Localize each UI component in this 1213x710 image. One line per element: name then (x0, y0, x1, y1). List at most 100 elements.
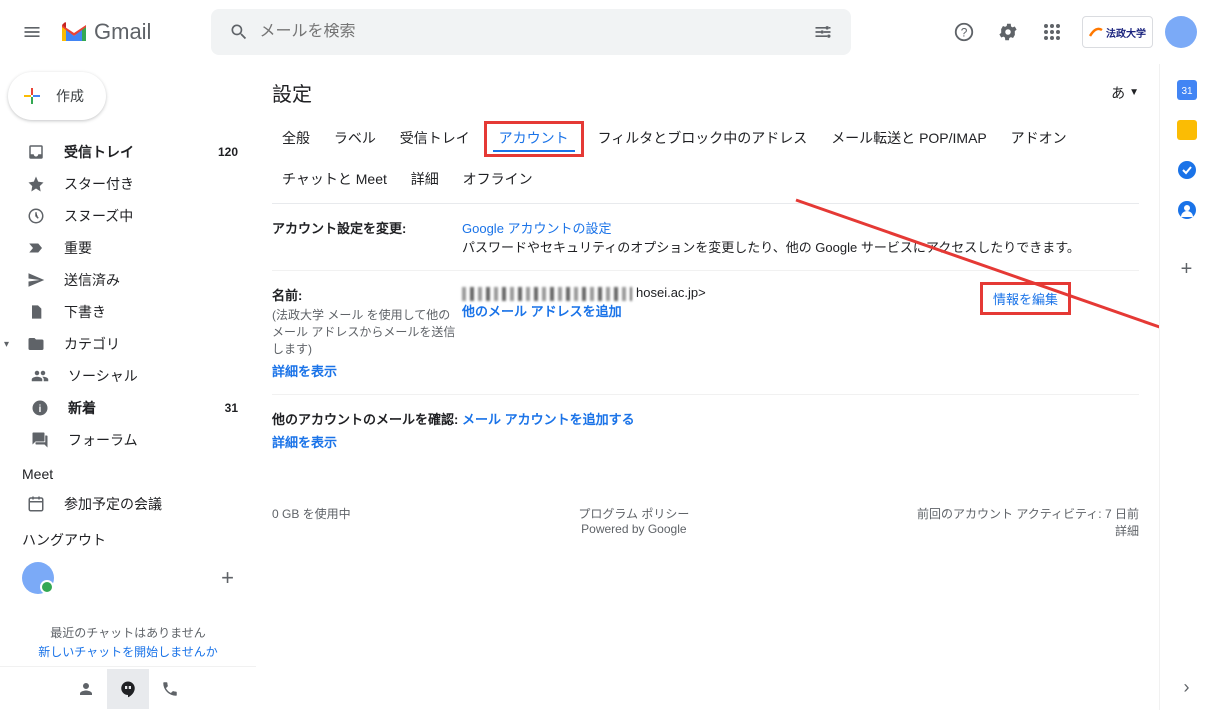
compose-label: 作成 (56, 86, 84, 106)
nav-cat-updates[interactable]: i 新着 31 (0, 392, 256, 424)
header: Gmail ? 法政大学 (0, 0, 1213, 64)
tab-account-highlight: アカウント (484, 121, 584, 157)
category-caret-icon[interactable]: ▾ (4, 339, 16, 350)
page-title: 設定 (272, 78, 312, 107)
calendar-addon[interactable]: 31 (1177, 80, 1197, 100)
apps-button[interactable] (1032, 12, 1072, 52)
tab-labels[interactable]: ラベル (324, 122, 386, 154)
nav-meet-meetings[interactable]: 参加予定の会議 (0, 488, 256, 520)
apps-icon (1043, 23, 1061, 41)
edit-info-link[interactable]: 情報を編集 (980, 282, 1071, 315)
nav-cat-social[interactable]: ソーシャル (0, 360, 256, 392)
detail-link[interactable]: 詳細を表示 (272, 432, 337, 451)
redacted-name (462, 287, 632, 301)
compose-button[interactable]: 作成 (8, 72, 106, 120)
header-right: ? 法政大学 (944, 12, 1205, 52)
tab-forwarding[interactable]: メール転送と POP/IMAP (821, 122, 997, 154)
search-options-button[interactable] (803, 12, 843, 52)
language-dropdown[interactable]: あ▼ (1111, 83, 1139, 103)
tab-general[interactable]: 全般 (272, 122, 320, 154)
help-icon: ? (953, 21, 975, 43)
section-label: アカウント設定を変更: (272, 218, 462, 256)
tab-advanced[interactable]: 詳細 (401, 163, 449, 195)
tab-chat-meet[interactable]: チャットと Meet (272, 163, 397, 195)
forum-icon (30, 431, 50, 449)
tab-filters[interactable]: フィルタとブロック中のアドレス (588, 122, 818, 154)
activity-detail-link[interactable]: 詳細 (1115, 524, 1139, 538)
app-name: Gmail (94, 19, 151, 45)
support-button[interactable]: ? (944, 12, 984, 52)
section-check-other: 他のアカウントのメールを確認: 詳細を表示 メール アカウントを追加する (272, 395, 1139, 465)
add-mail-account-link[interactable]: メール アカウントを追加する (462, 412, 635, 427)
nav-snoozed[interactable]: スヌーズ中 (0, 200, 256, 232)
settings-tabs: 全般 ラベル 受信トレイ アカウント フィルタとブロック中のアドレス メール転送… (272, 121, 1139, 204)
section-desc: パスワードやセキュリティのオプションを変更したり、他の Google サービスに… (462, 240, 1080, 255)
send-icon (26, 271, 46, 289)
draft-icon (26, 303, 46, 321)
email-suffix: hosei.ac.jp> (636, 285, 706, 300)
phone-tab[interactable] (149, 669, 191, 709)
nav-starred[interactable]: スター付き (0, 168, 256, 200)
program-policy-link[interactable]: プログラム ポリシー (578, 507, 689, 521)
people-icon (30, 367, 50, 385)
org-badge[interactable]: 法政大学 (1082, 16, 1153, 48)
side-panel-toggle[interactable]: › (1184, 677, 1190, 698)
powered-by: Powered by Google (581, 522, 686, 536)
get-addons-button[interactable]: + (1181, 258, 1193, 281)
tab-addons[interactable]: アドオン (1001, 122, 1077, 154)
info-icon: i (30, 399, 50, 417)
tune-icon (813, 22, 833, 42)
hangout-self-row: + (0, 556, 256, 600)
detail-link[interactable]: 詳細を表示 (272, 361, 337, 380)
hangout-section-header: ハングアウト (0, 520, 256, 556)
hangout-avatar[interactable] (22, 562, 54, 594)
last-activity: 前回のアカウント アクティビティ: 7 日前 (917, 507, 1139, 521)
org-swoosh-icon (1089, 25, 1103, 39)
section-label: 名前: (272, 288, 302, 303)
chat-empty-text: 最近のチャットはありません (0, 624, 256, 641)
svg-text:31: 31 (1181, 86, 1193, 97)
keep-addon[interactable] (1177, 120, 1197, 140)
tasks-addon[interactable] (1177, 160, 1197, 180)
clock-icon (26, 207, 46, 225)
tab-inbox[interactable]: 受信トレイ (390, 122, 480, 154)
star-icon (26, 175, 46, 193)
calendar-icon (26, 495, 46, 513)
search-input[interactable] (259, 23, 803, 41)
tab-account[interactable]: アカウント (493, 126, 575, 152)
footer: 0 GB を使用中 プログラム ポリシー Powered by Google 前… (272, 505, 1139, 539)
hangout-new-button[interactable]: + (221, 565, 234, 591)
hangouts-tab[interactable] (107, 669, 149, 709)
contacts-addon[interactable] (1177, 200, 1197, 220)
section-label: 他のアカウントのメールを確認: (272, 412, 458, 427)
add-another-email-link[interactable]: 他のメール アドレスを追加 (462, 304, 622, 319)
gmail-logo[interactable]: Gmail (60, 19, 151, 45)
side-panel: 31 + › (1159, 64, 1213, 710)
sidebar-bottom-tabs (0, 666, 256, 710)
important-icon (26, 239, 46, 257)
account-avatar[interactable] (1165, 16, 1197, 48)
nav-categories[interactable]: カテゴリ (16, 328, 120, 360)
nav-important[interactable]: 重要 (0, 232, 256, 264)
settings-button[interactable] (988, 12, 1028, 52)
tab-offline[interactable]: オフライン (453, 163, 543, 195)
meet-section-header: Meet (0, 456, 256, 488)
sidebar: 作成 受信トレイ 120 スター付き スヌーズ中 重要 送信済み (0, 64, 256, 710)
org-name: 法政大学 (1106, 25, 1146, 40)
gear-icon (997, 21, 1019, 43)
nav-drafts[interactable]: 下書き (0, 296, 256, 328)
nav-sent[interactable]: 送信済み (0, 264, 256, 296)
search-button[interactable] (219, 12, 259, 52)
nav-inbox[interactable]: 受信トレイ 120 (0, 136, 256, 168)
chat-start-link[interactable]: 新しいチャットを開始しませんか (0, 643, 256, 660)
section-change-account: アカウント設定を変更: Google アカウントの設定 パスワードやセキュリティ… (272, 204, 1139, 271)
svg-text:?: ? (961, 26, 968, 40)
search-icon (229, 22, 249, 42)
nav-cat-forums[interactable]: フォーラム (0, 424, 256, 456)
storage-usage: 0 GB を使用中 (272, 505, 351, 539)
folder-icon (26, 335, 46, 353)
main-menu-button[interactable] (8, 8, 56, 56)
contacts-tab[interactable] (65, 669, 107, 709)
hamburger-icon (22, 22, 42, 42)
google-account-settings-link[interactable]: Google アカウントの設定 (462, 221, 612, 236)
